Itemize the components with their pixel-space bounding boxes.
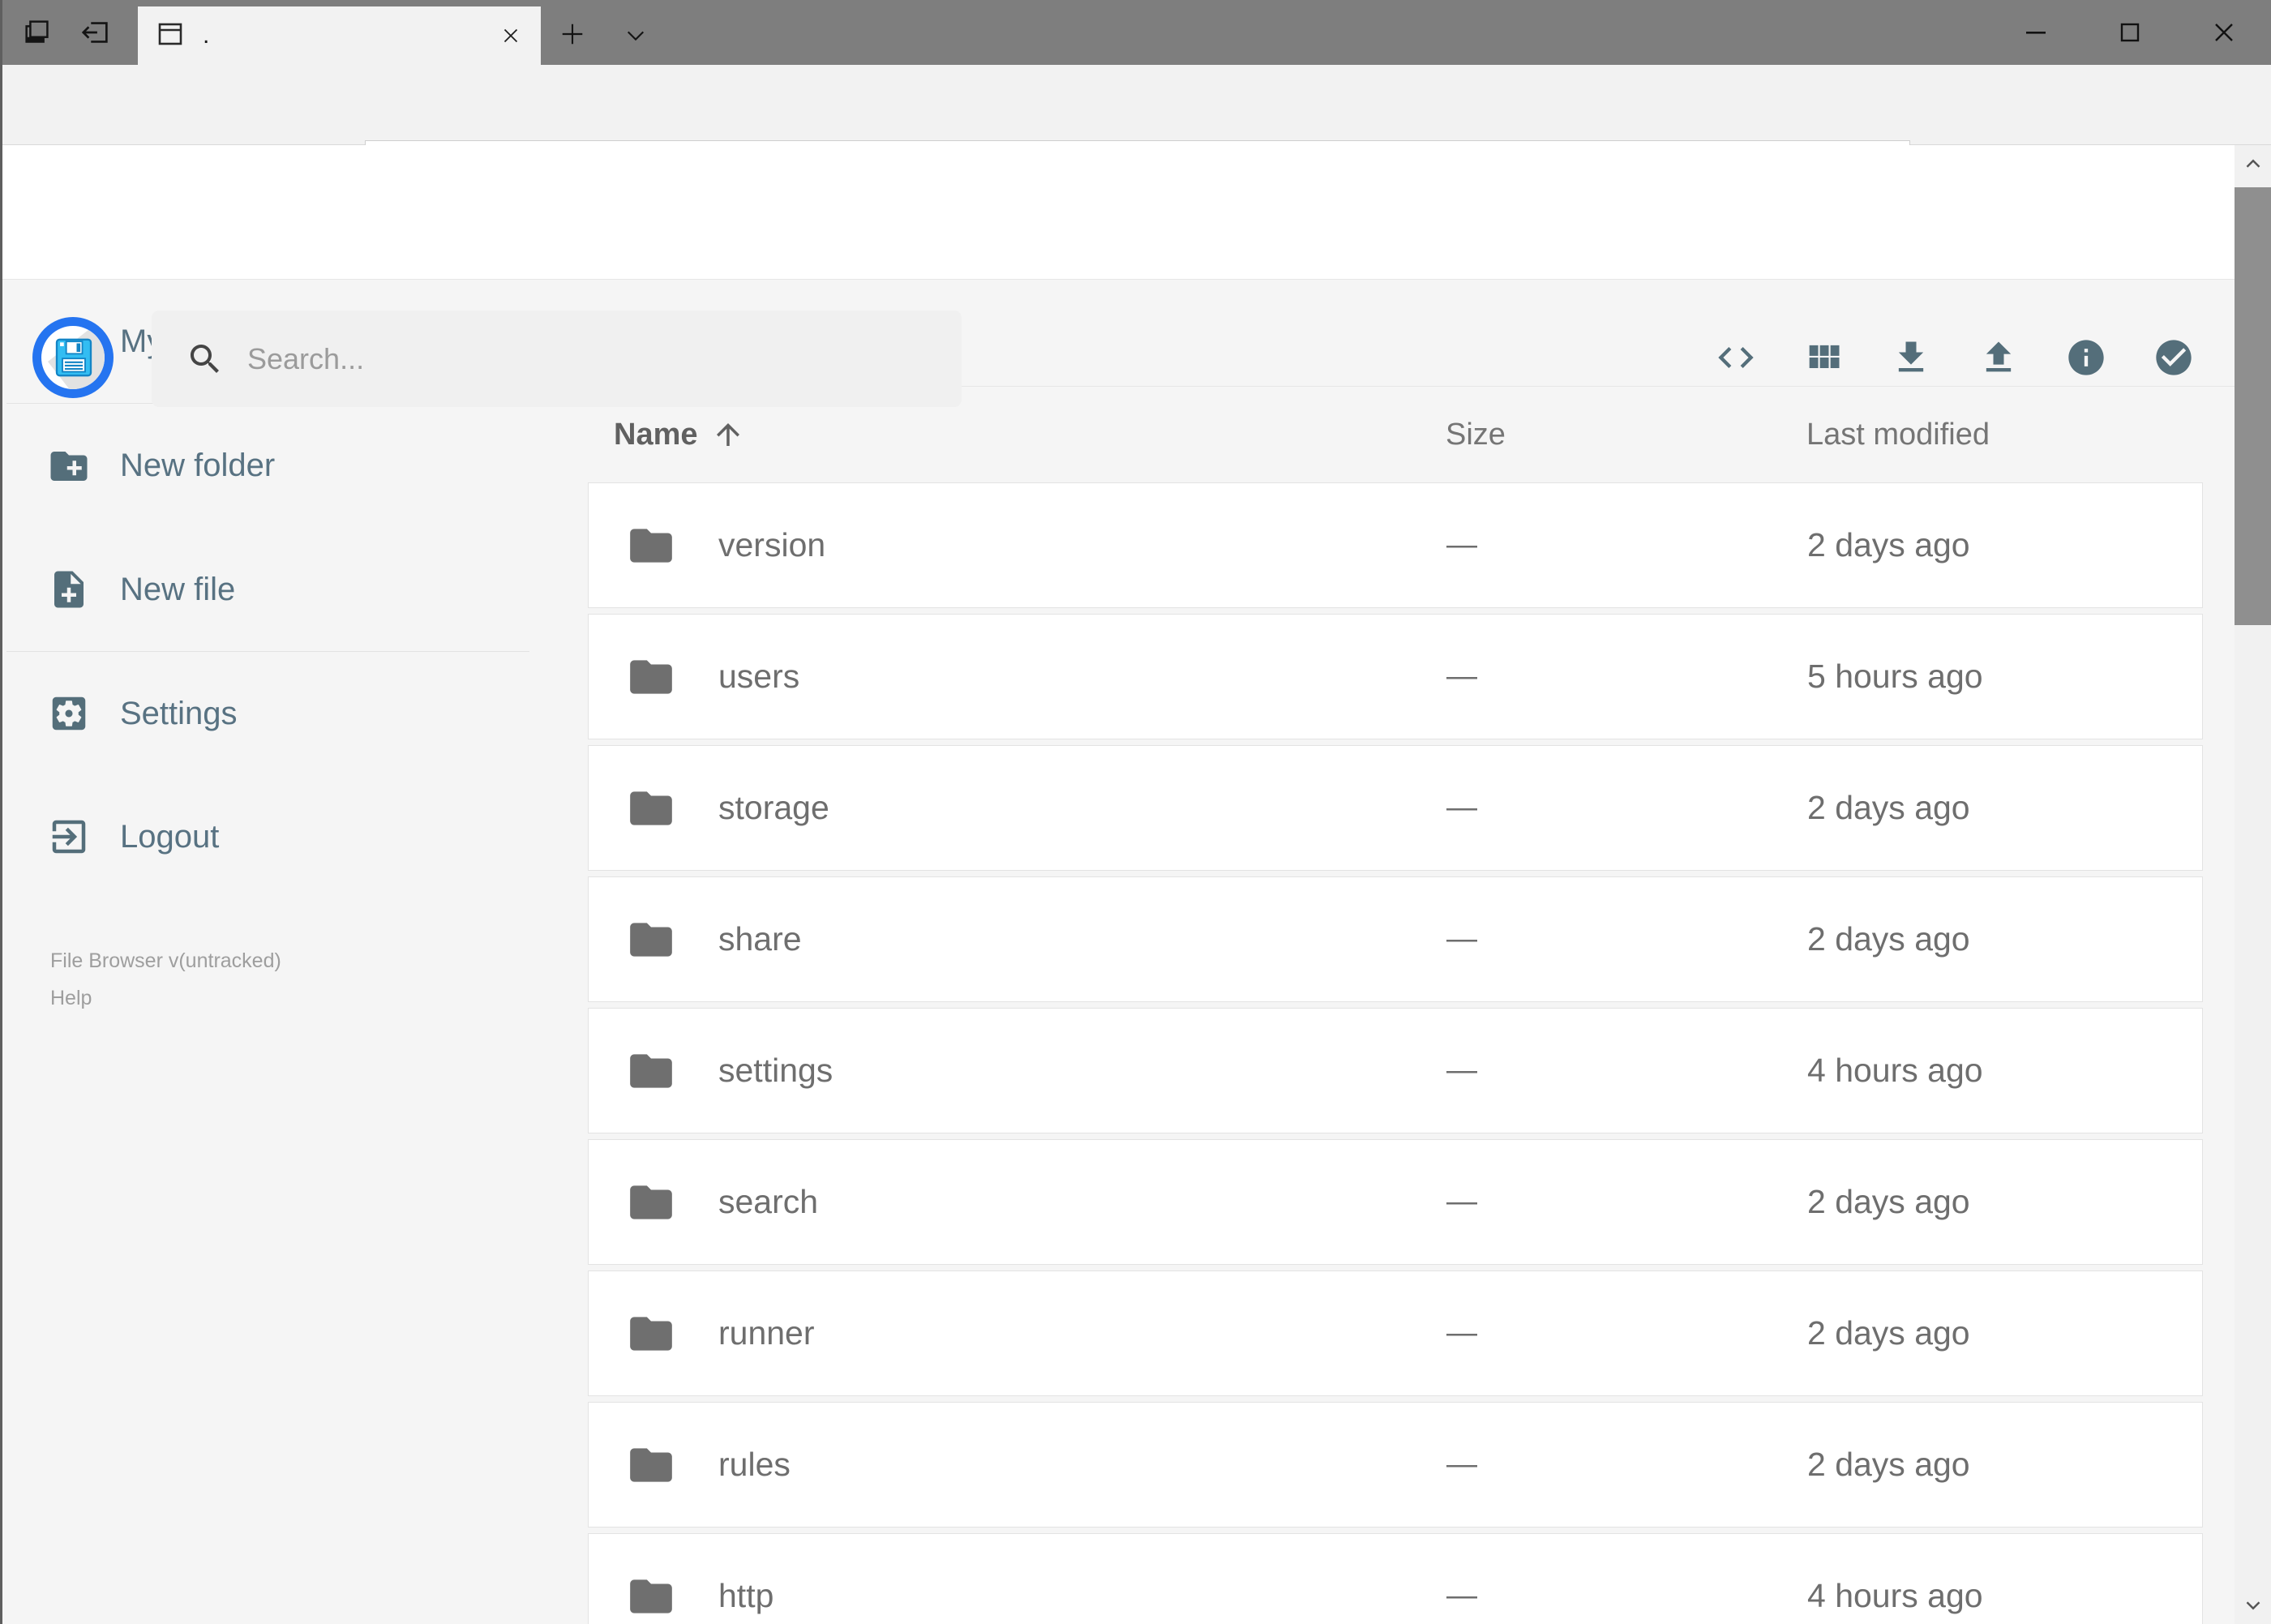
table-row-users[interactable]: users — 5 hours ago <box>588 614 2203 739</box>
table-row-runner[interactable]: runner — 2 days ago <box>588 1270 2203 1396</box>
tab-title: . <box>203 22 210 49</box>
row-size: — <box>1446 1185 1477 1219</box>
sidebar-item-label: Settings <box>120 695 238 731</box>
select-check-circle-icon[interactable] <box>2153 336 2195 379</box>
new-folder-icon <box>50 451 88 481</box>
table-row-version[interactable]: version — 2 days ago <box>588 482 2203 608</box>
row-name: settings <box>718 1052 833 1089</box>
new-file-icon <box>54 571 84 608</box>
window-minimize-button[interactable] <box>2013 0 2059 65</box>
folder-icon <box>630 1448 672 1482</box>
search-icon <box>191 344 219 373</box>
folder-icon <box>630 1317 672 1351</box>
folder-icon <box>630 791 672 825</box>
row-name: runner <box>718 1314 815 1352</box>
row-name: http <box>718 1577 774 1614</box>
scrollbar-down-arrow-icon[interactable] <box>2235 1587 2271 1624</box>
row-modified: 4 hours ago <box>1807 1052 1983 1089</box>
search-bar[interactable] <box>152 311 962 407</box>
header-actions <box>1715 336 2195 379</box>
table-row-settings[interactable]: settings — 4 hours ago <box>588 1008 2203 1133</box>
row-size: — <box>1446 659 1477 693</box>
shell-code-icon[interactable] <box>1715 336 1757 379</box>
version-text: File Browser v(untracked) <box>50 949 281 972</box>
filebrowser-logo[interactable] <box>32 317 114 398</box>
row-name: storage <box>718 789 829 826</box>
window-maximize-button[interactable] <box>2107 0 2153 65</box>
help-link[interactable]: Help <box>50 987 535 1010</box>
page-scrollbar[interactable] <box>2235 145 2271 1624</box>
row-size: — <box>1446 791 1477 825</box>
new-tab-button[interactable] <box>556 18 589 50</box>
sidebar-item-label: New folder <box>120 448 276 483</box>
row-size: — <box>1446 1579 1477 1613</box>
folder-icon <box>630 923 672 957</box>
file-listing: Name Size Last modified version — 2 days… <box>588 280 2235 1624</box>
row-modified: 2 days ago <box>1807 920 1970 958</box>
tab-actions-chevron-icon[interactable] <box>619 19 652 52</box>
download-icon[interactable] <box>1890 336 1932 379</box>
filebrowser-header <box>0 145 2235 407</box>
row-size: — <box>1446 1316 1477 1350</box>
column-header-modified[interactable]: Last modified <box>1806 387 1990 482</box>
search-input[interactable] <box>246 341 911 377</box>
row-name: search <box>718 1183 819 1220</box>
table-row-rules[interactable]: rules — 2 days ago <box>588 1402 2203 1528</box>
folder-icon <box>630 1185 672 1219</box>
row-size: — <box>1446 1053 1477 1087</box>
column-header-size[interactable]: Size <box>1446 387 1506 482</box>
sidebar-credits: File Browser v(untracked) Help <box>50 949 535 1010</box>
listing-rows: version — 2 days ago users — 5 hours ago… <box>588 482 2235 1624</box>
sidebar-item-label: Logout <box>120 818 220 855</box>
row-modified: 2 days ago <box>1807 789 1970 826</box>
browser-window: . Search... My New folder New file Setti… <box>0 0 2271 1624</box>
browser-titlebar: . <box>0 0 2271 65</box>
row-name: rules <box>718 1446 791 1483</box>
table-row-share[interactable]: share — 2 days ago <box>588 876 2203 1002</box>
row-name: version <box>718 526 826 563</box>
set-tabs-aside-icon[interactable] <box>78 15 114 50</box>
filebrowser-page: My files New folder New file Settings Lo… <box>0 280 2235 1624</box>
table-row-search[interactable]: search — 2 days ago <box>588 1139 2203 1265</box>
settings-icon <box>52 696 86 731</box>
sidebar-item-new-file[interactable]: New file <box>0 528 535 651</box>
row-name: share <box>718 920 802 958</box>
browser-navbar: filebrowser.web/files/ <box>0 65 2271 199</box>
logout-icon <box>52 820 86 854</box>
folder-icon <box>630 529 672 563</box>
sidebar-item-settings[interactable]: Settings <box>0 652 535 775</box>
grid-view-icon[interactable] <box>1802 336 1845 379</box>
folder-icon <box>630 660 672 694</box>
tab-close-icon[interactable] <box>497 22 525 49</box>
row-name: users <box>718 658 800 695</box>
sidebar-item-logout[interactable]: Logout <box>0 775 535 898</box>
row-size: — <box>1446 922 1477 956</box>
column-name-label: Name <box>614 417 698 452</box>
browser-tab[interactable]: . <box>138 6 541 65</box>
sort-ascending-arrow-icon <box>716 423 739 446</box>
row-modified: 2 days ago <box>1807 1314 1970 1352</box>
window-close-button[interactable] <box>2201 0 2247 65</box>
row-modified: 4 hours ago <box>1807 1577 1983 1614</box>
sidebar-item-new-folder[interactable]: New folder <box>0 404 535 528</box>
row-modified: 2 days ago <box>1807 1446 1970 1483</box>
folder-icon <box>630 1579 672 1613</box>
table-row-http[interactable]: http — 4 hours ago <box>588 1533 2203 1624</box>
table-row-storage[interactable]: storage — 2 days ago <box>588 745 2203 871</box>
row-size: — <box>1446 1447 1477 1481</box>
row-modified: 2 days ago <box>1807 526 1970 563</box>
scrollbar-up-arrow-icon[interactable] <box>2235 145 2271 182</box>
scrollbar-thumb[interactable] <box>2235 187 2271 625</box>
row-modified: 2 days ago <box>1807 1183 1970 1220</box>
row-size: — <box>1446 528 1477 562</box>
row-modified: 5 hours ago <box>1807 658 1983 695</box>
folder-icon <box>630 1054 672 1088</box>
tabs-set-aside-icon[interactable] <box>19 15 55 50</box>
sidebar-item-label: New file <box>120 571 236 607</box>
tab-page-icon <box>156 19 185 53</box>
upload-icon[interactable] <box>1977 336 2020 379</box>
info-icon[interactable] <box>2065 336 2107 379</box>
